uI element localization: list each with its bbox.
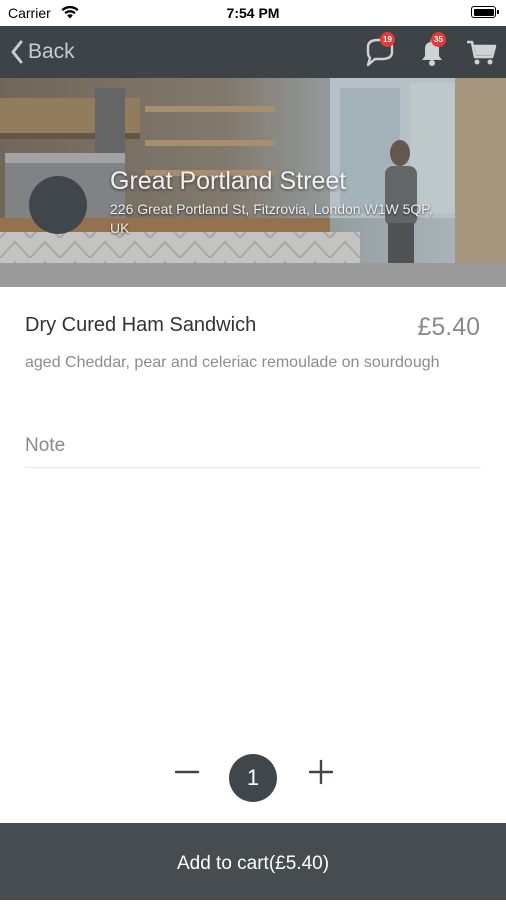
product-name: Dry Cured Ham Sandwich xyxy=(25,314,257,336)
battery-icon xyxy=(471,6,499,18)
add-to-cart-button[interactable]: Add to cart(£5.40) xyxy=(0,823,506,900)
quantity-value: 1 xyxy=(229,754,277,802)
store-address: 226 Great Portland St, Fitzrovia, London… xyxy=(110,201,433,236)
clock: 7:54 PM xyxy=(226,5,280,21)
back-label: Back xyxy=(28,40,75,63)
minus-icon xyxy=(174,770,200,774)
store-name: Great Portland Street xyxy=(110,167,347,195)
messages-badge: 19 xyxy=(380,32,395,47)
product-description: aged Cheddar, pear and celeriac remoulad… xyxy=(25,354,440,371)
note-input[interactable] xyxy=(25,424,481,468)
product-price: £5.40 xyxy=(417,313,480,341)
nav-bar: Back 19 35 xyxy=(0,26,506,78)
store-logo xyxy=(29,176,87,234)
increase-quantity-button[interactable] xyxy=(306,757,336,787)
plus-icon xyxy=(308,759,334,785)
notifications-button[interactable]: 35 xyxy=(414,32,450,70)
messages-button[interactable]: 19 xyxy=(362,32,398,70)
decrease-quantity-button[interactable] xyxy=(172,757,202,787)
chevron-left-icon xyxy=(11,40,23,64)
cart-button[interactable] xyxy=(464,34,500,70)
banner-divider xyxy=(0,263,506,287)
status-bar: Carrier 7:54 PM xyxy=(0,0,506,26)
store-banner: Great Portland Street 226 Great Portland… xyxy=(0,78,506,287)
back-button[interactable]: Back xyxy=(10,26,75,78)
notifications-badge: 35 xyxy=(431,32,446,47)
shopping-cart-icon xyxy=(467,40,497,65)
